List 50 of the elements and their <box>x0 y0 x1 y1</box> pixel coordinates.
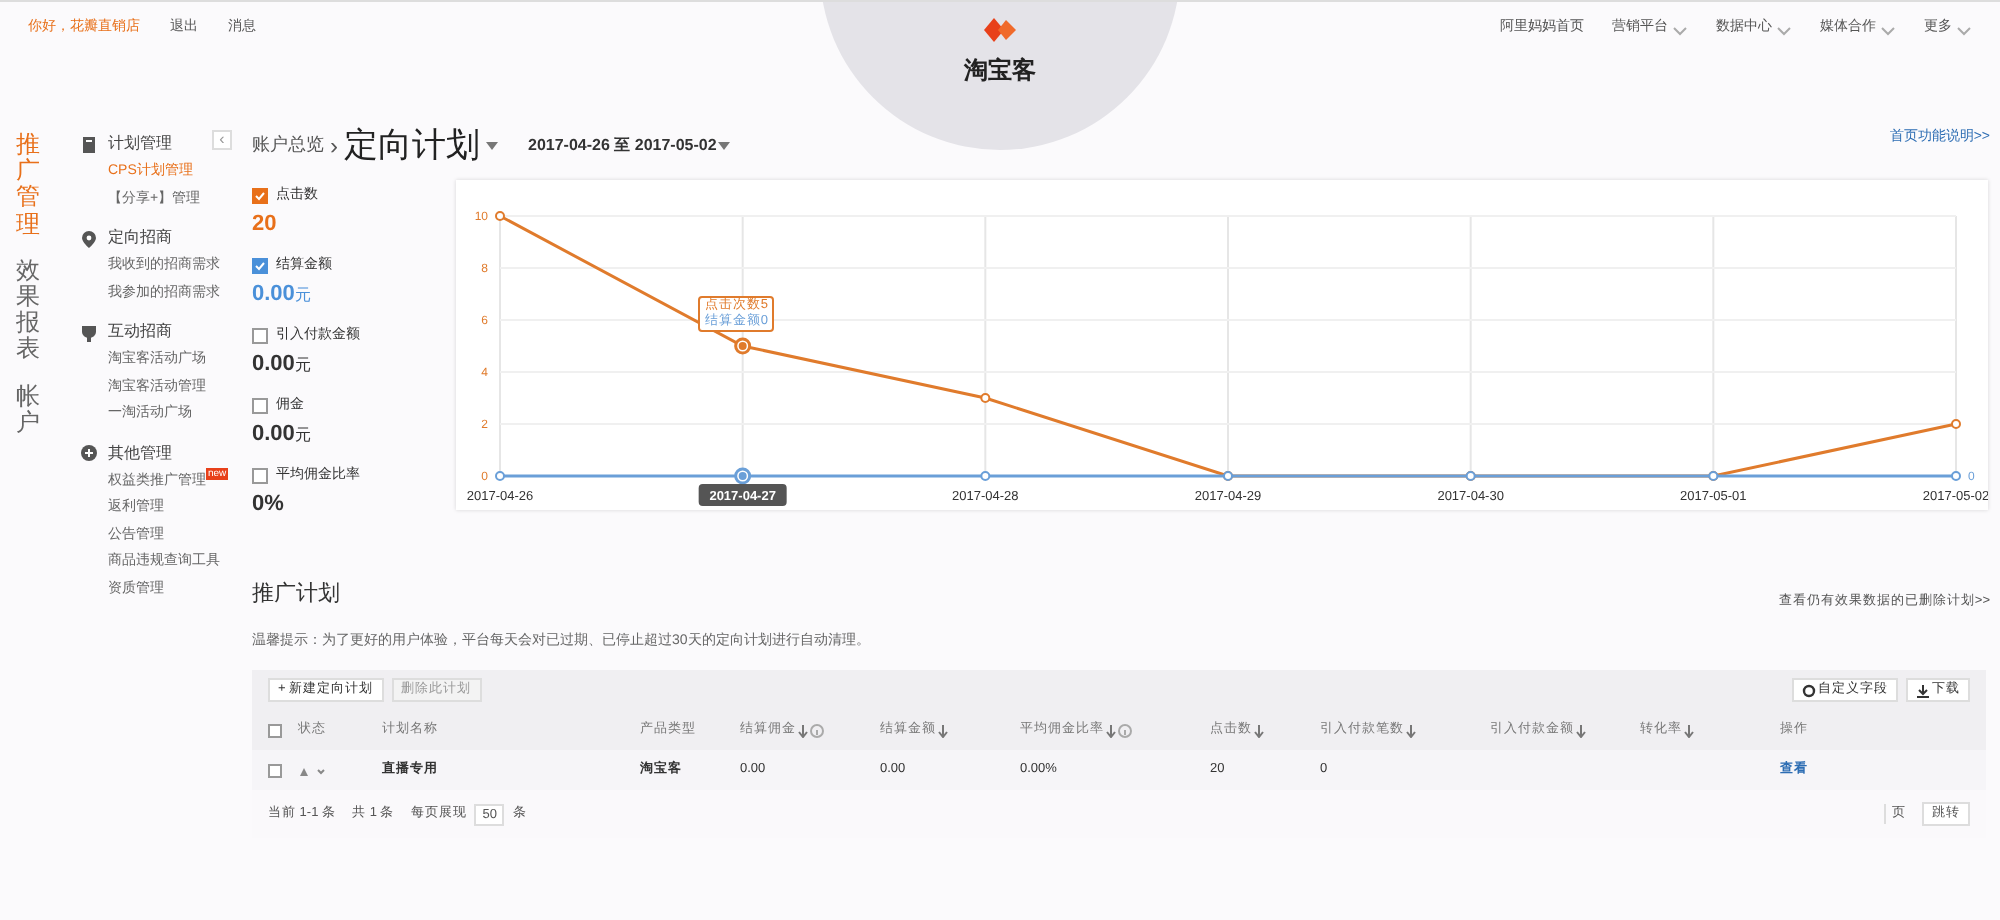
info-icon <box>810 723 824 737</box>
sidebar-group-title[interactable]: 定向招商 <box>108 226 172 250</box>
status-icon <box>298 763 326 777</box>
metric-checkbox[interactable] <box>252 258 268 275</box>
row-checkbox[interactable] <box>268 763 282 777</box>
document-icon <box>80 135 98 153</box>
metric-checkbox[interactable] <box>252 328 268 345</box>
sort-icon <box>938 723 948 737</box>
main-nav-tab[interactable]: 帐户 <box>16 383 40 436</box>
date-range-picker[interactable]: 2017-04-26 至 2017-05-02 <box>528 134 717 158</box>
metric-value: 0.00元 <box>252 419 313 449</box>
metric-value: 0.00元 <box>252 349 313 379</box>
sidebar-group-title[interactable]: 其他管理 <box>108 441 172 465</box>
section-title: 推广计划 <box>252 579 340 610</box>
sort-icon <box>1106 723 1116 737</box>
metric-checkbox[interactable] <box>252 188 268 205</box>
breadcrumb-link[interactable]: 账户总览 <box>252 132 324 160</box>
sort-icon <box>1684 723 1694 737</box>
select-all-checkbox[interactable] <box>268 723 282 737</box>
sort-icon <box>798 723 808 737</box>
location-pin-icon <box>80 229 98 247</box>
trophy-icon <box>80 323 98 341</box>
caret-icon <box>484 140 500 152</box>
caret-icon <box>1880 23 1896 35</box>
metric-value: 0.00元 <box>252 279 313 309</box>
caret-icon <box>1776 23 1792 35</box>
data-point-center <box>738 342 747 350</box>
breadcrumb-separator: › <box>330 130 338 164</box>
caret-icon <box>716 140 733 152</box>
info-icon <box>1118 723 1132 737</box>
main-nav-tab[interactable]: 效果报表 <box>16 257 40 363</box>
metric-value: 20 <box>252 209 279 239</box>
metric-value: 0% <box>252 489 286 519</box>
main-nav-tab[interactable]: 推广管理 <box>16 132 40 238</box>
download-icon <box>1916 683 1930 697</box>
caret-icon <box>1672 23 1688 35</box>
data-point-center <box>738 472 747 480</box>
logo-icon <box>980 16 1020 44</box>
settings-icon <box>1802 683 1816 697</box>
logo-title: 淘宝客 <box>964 54 1036 88</box>
sort-icon <box>1576 723 1586 737</box>
caret-icon <box>1956 23 1972 35</box>
sidebar-group-title[interactable]: 计划管理 <box>108 132 172 156</box>
sort-icon <box>1254 723 1264 737</box>
metric-checkbox[interactable] <box>252 468 268 485</box>
sort-icon <box>1406 723 1416 737</box>
metric-checkbox[interactable] <box>252 398 268 415</box>
page-title: 定向计划 <box>344 124 480 169</box>
sidebar-group-title[interactable]: 互动招商 <box>108 320 172 344</box>
plus-circle-icon <box>80 444 98 462</box>
